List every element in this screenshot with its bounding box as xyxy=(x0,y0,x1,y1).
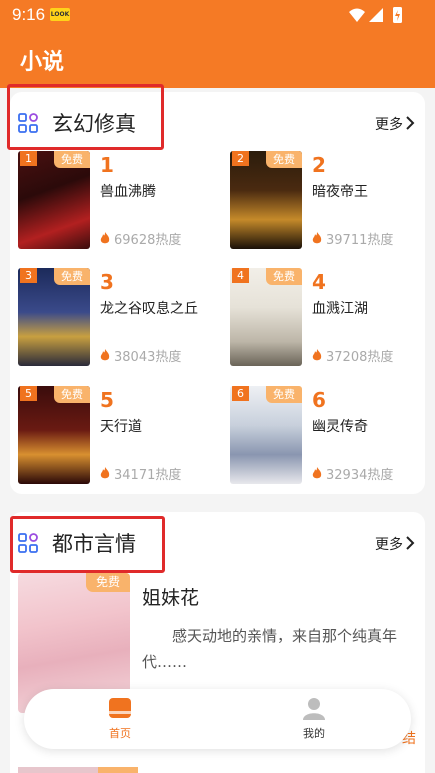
book-heat: 38043热度 xyxy=(100,346,181,365)
rank-tag: 2 xyxy=(232,151,249,166)
more-link[interactable]: 更多 xyxy=(375,114,403,134)
featured-book-desc: 感天动地的亲情，来自那个纯真年代…… xyxy=(142,627,398,671)
book-rank: 3 xyxy=(100,270,114,294)
book-heat: 32934热度 xyxy=(312,464,393,483)
category-grid-icon xyxy=(18,533,38,553)
book-cover[interactable]: 2 免费 xyxy=(230,151,302,249)
book-rank: 2 xyxy=(312,153,326,177)
book-item[interactable]: 1 免费 1 兽血沸腾 69628热度 xyxy=(18,151,218,251)
heat-value: 37208热度 xyxy=(326,350,394,365)
book-item[interactable]: 5 免费 5 天行道 34171热度 xyxy=(18,386,218,486)
book-cover[interactable]: 4 免费 xyxy=(230,268,302,366)
flame-icon xyxy=(312,467,322,479)
book-title: 幽灵传奇 xyxy=(312,419,368,435)
next-free-badge xyxy=(98,767,138,773)
wifi-icon xyxy=(349,8,365,22)
page-title: 小说 xyxy=(20,50,65,75)
chevron-right-icon[interactable] xyxy=(405,115,415,131)
book-icon[interactable] xyxy=(107,695,133,721)
flame-icon xyxy=(312,349,322,361)
book-cover[interactable]: 3 免费 xyxy=(18,268,90,366)
book-title: 兽血沸腾 xyxy=(100,184,156,200)
flame-icon xyxy=(100,467,110,479)
book-item[interactable]: 3 免费 3 龙之谷叹息之丘 38043热度 xyxy=(18,268,218,368)
user-icon[interactable] xyxy=(301,695,327,721)
book-cover[interactable]: 5 免费 xyxy=(18,386,90,484)
book-item[interactable]: 4 免费 4 血溅江湖 37208热度 xyxy=(230,268,430,368)
heat-value: 34171热度 xyxy=(114,468,182,483)
app-header: 小说 xyxy=(0,30,435,88)
signal-icon xyxy=(369,8,383,22)
status-icons xyxy=(349,7,402,23)
book-item[interactable]: 6 免费 6 幽灵传奇 32934热度 xyxy=(230,386,430,486)
more-link[interactable]: 更多 xyxy=(375,534,403,554)
featured-book-title[interactable]: 姐妹花 xyxy=(142,583,199,610)
rank-tag: 4 xyxy=(232,268,249,283)
nav-home-label: 首页 xyxy=(109,727,131,740)
flame-icon xyxy=(100,349,110,361)
heat-value: 32934热度 xyxy=(326,468,394,483)
section-title: 玄幻修真 xyxy=(52,112,136,136)
heat-value: 39711热度 xyxy=(326,233,394,248)
section-xuanhuan: 玄幻修真 更多 1 免费 1 兽血沸腾 69628热度 2 免费 2 暗夜帝王 … xyxy=(10,92,425,494)
free-badge: 免费 xyxy=(54,151,90,168)
flame-icon xyxy=(312,232,322,244)
book-heat: 39711热度 xyxy=(312,229,393,248)
bottom-nav: 首页 我的 xyxy=(24,689,411,749)
book-rank: 4 xyxy=(312,270,326,294)
free-badge: 免费 xyxy=(266,151,302,168)
free-badge: 免费 xyxy=(266,268,302,285)
book-rank: 5 xyxy=(100,388,114,412)
book-title: 暗夜帝王 xyxy=(312,184,368,200)
flame-icon xyxy=(100,232,110,244)
status-bar: 9:16 LOOK xyxy=(0,0,435,30)
nav-mine[interactable]: 我的 xyxy=(284,695,344,745)
category-grid-icon xyxy=(18,113,38,133)
heat-value: 38043热度 xyxy=(114,350,182,365)
book-title: 龙之谷叹息之丘 xyxy=(100,301,198,317)
book-heat: 69628热度 xyxy=(100,229,181,248)
book-title: 血溅江湖 xyxy=(312,301,368,317)
rank-tag: 3 xyxy=(20,268,37,283)
section-header: 都市言情 更多 xyxy=(10,512,425,576)
notification-badge-icon: LOOK xyxy=(50,8,70,21)
status-time: 9:16 xyxy=(12,5,46,24)
section-title: 都市言情 xyxy=(52,532,136,556)
section-header: 玄幻修真 更多 xyxy=(10,92,425,156)
book-cover[interactable]: 1 免费 xyxy=(18,151,90,249)
book-item[interactable]: 2 免费 2 暗夜帝王 39711热度 xyxy=(230,151,430,251)
book-title: 天行道 xyxy=(100,419,142,435)
rank-tag: 1 xyxy=(20,151,37,166)
chevron-right-icon[interactable] xyxy=(405,535,415,551)
rank-tag: 5 xyxy=(20,386,37,401)
free-badge: 免费 xyxy=(54,386,90,403)
book-cover[interactable]: 6 免费 xyxy=(230,386,302,484)
book-heat: 34171热度 xyxy=(100,464,181,483)
heat-value: 69628热度 xyxy=(114,233,182,248)
rank-tag: 6 xyxy=(232,386,249,401)
book-heat: 37208热度 xyxy=(312,346,393,365)
free-badge: 免费 xyxy=(86,573,130,592)
nav-home[interactable]: 首页 xyxy=(90,695,150,745)
free-badge: 免费 xyxy=(54,268,90,285)
book-rank: 1 xyxy=(100,153,114,177)
book-rank: 6 xyxy=(312,388,326,412)
nav-mine-label: 我的 xyxy=(303,727,325,740)
free-badge: 免费 xyxy=(266,386,302,403)
